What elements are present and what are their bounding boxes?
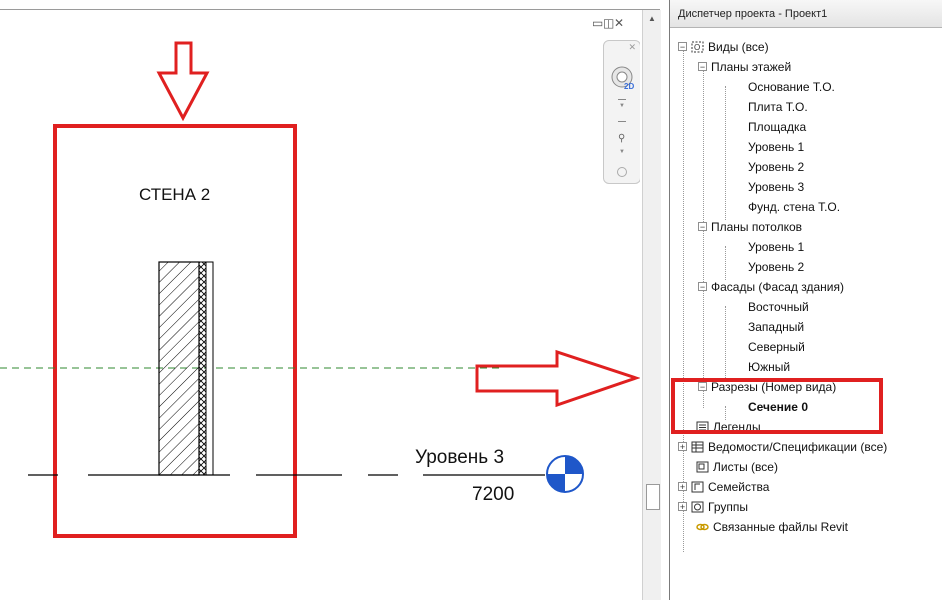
schedule-icon xyxy=(691,441,704,453)
tree-node-floor-plan[interactable]: Уровень 1 xyxy=(748,136,804,156)
drawing-canvas[interactable]: СТЕНА 2 Уровень 3 7200 ▭◫✕ ✕ 2D ▼ ⚲ ▼ xyxy=(0,0,640,600)
tree-node-floor-plans[interactable]: − Планы этажей xyxy=(698,56,791,76)
collapse-icon[interactable]: − xyxy=(698,282,707,292)
level-elevation[interactable]: 7200 xyxy=(472,484,514,506)
svg-text:O: O xyxy=(694,43,700,52)
tree-node-floor-plan[interactable]: Площадка xyxy=(748,116,806,136)
view-window-controls: ▭◫✕ xyxy=(592,16,625,30)
tree-guide xyxy=(725,306,726,380)
zoom-icon[interactable]: ⚲ xyxy=(618,133,625,144)
minimize-icon[interactable]: ▭ xyxy=(592,16,603,30)
tree-node-floor-plan[interactable]: Фунд. стена Т.О. xyxy=(748,196,840,216)
expand-icon[interactable]: + xyxy=(678,442,687,452)
level-name[interactable]: Уровень 3 xyxy=(415,447,504,469)
collapse-icon[interactable]: − xyxy=(698,222,707,232)
scroll-up-icon[interactable]: ▲ xyxy=(648,14,656,23)
nav-bar-close-icon[interactable]: ✕ xyxy=(628,42,636,53)
revit-links-icon xyxy=(696,523,709,531)
tree-node-revit-links[interactable]: Связанные файлы Revit xyxy=(696,516,848,536)
tree-node-ceiling-plan[interactable]: Уровень 1 xyxy=(748,236,804,256)
tree-node-views[interactable]: − O Виды (все) xyxy=(678,36,769,56)
tree-guide xyxy=(725,86,726,220)
customize-icon[interactable] xyxy=(617,167,627,177)
chevron-down-icon[interactable]: ▼ xyxy=(619,149,625,155)
tree-node-floor-plan[interactable]: Уровень 3 xyxy=(748,176,804,196)
families-icon xyxy=(691,481,704,493)
2d-wheel-icon: 2D xyxy=(624,82,635,91)
sheets-icon xyxy=(696,461,709,473)
tree-node-floor-plan[interactable]: Основание Т.О. xyxy=(748,76,835,96)
tree-node-sheets[interactable]: Листы (все) xyxy=(696,456,778,476)
tree-guide xyxy=(725,246,726,280)
drawing-svg xyxy=(0,41,640,538)
wall-label: СТЕНА 2 xyxy=(139,185,211,204)
project-browser: Диспетчер проекта - Проект1 − O Виды (все)… xyxy=(669,0,942,600)
project-browser-title: Диспетчер проекта - Проект1 xyxy=(670,0,942,28)
view-top-border xyxy=(0,9,660,10)
tree-node-floor-plan[interactable]: Уровень 2 xyxy=(748,156,804,176)
vertical-scrollbar[interactable]: ▲ xyxy=(642,10,661,600)
nav-separator xyxy=(618,99,626,100)
restore-icon[interactable]: ◫ xyxy=(603,16,614,30)
sections-highlight-frame xyxy=(671,378,883,434)
tree-node-schedules[interactable]: + Ведомости/Спецификации (все) xyxy=(678,436,887,456)
expand-icon[interactable]: + xyxy=(678,502,687,512)
expand-icon[interactable]: + xyxy=(678,482,687,492)
tree-node-groups[interactable]: + Группы xyxy=(678,496,748,516)
right-arrow-annotation xyxy=(475,349,640,408)
collapse-icon[interactable]: − xyxy=(698,62,707,72)
tree-node-elevation[interactable]: Восточный xyxy=(748,296,809,316)
views-icon: O xyxy=(691,41,704,53)
tree-node-elevations[interactable]: − Фасады (Фасад здания) xyxy=(698,276,844,296)
groups-icon xyxy=(691,501,704,513)
nav-separator xyxy=(618,121,626,122)
close-icon[interactable]: ✕ xyxy=(614,16,625,30)
down-arrow-annotation xyxy=(156,41,210,122)
navigation-bar: ✕ 2D ▼ ⚲ ▼ xyxy=(603,40,640,184)
tree-node-ceiling-plans[interactable]: − Планы потолков xyxy=(698,216,802,236)
tree-node-elevation[interactable]: Западный xyxy=(748,316,804,336)
collapse-icon[interactable]: − xyxy=(678,42,687,52)
wall-section[interactable] xyxy=(158,261,214,476)
scrollbar-thumb[interactable] xyxy=(646,484,660,510)
tree-node-ceiling-plan[interactable]: Уровень 2 xyxy=(748,256,804,276)
level-head-marker-icon[interactable] xyxy=(546,455,584,493)
tree-guide xyxy=(703,66,704,408)
tree-node-elevation[interactable]: Северный xyxy=(748,336,805,356)
tree-node-floor-plan[interactable]: Плита Т.О. xyxy=(748,96,808,116)
tree-node-elevation[interactable]: Южный xyxy=(748,356,790,376)
chevron-down-icon[interactable]: ▼ xyxy=(619,103,625,109)
tree-node-families[interactable]: + Семейства xyxy=(678,476,769,496)
